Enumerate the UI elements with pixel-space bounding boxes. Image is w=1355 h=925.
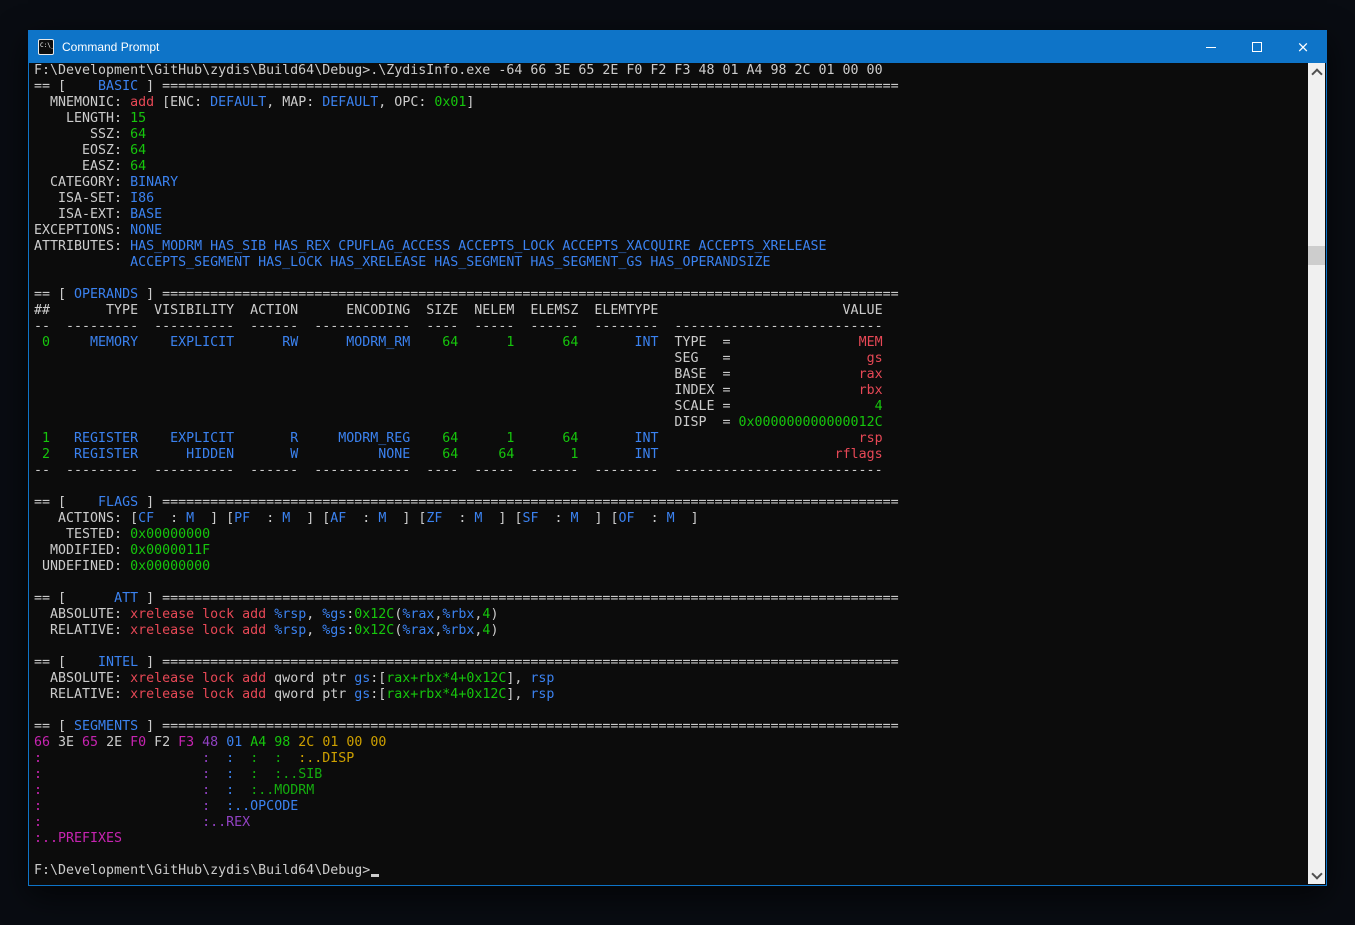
terminal-line: SCALE = 4 — [34, 399, 1308, 415]
terminal-line: SSZ: 64 — [34, 127, 1308, 143]
terminal-line: : : : :..MODRM — [34, 783, 1308, 799]
terminal-line: TESTED: 0x00000000 — [34, 527, 1308, 543]
terminal-line: == [ OPERANDS ] ========================… — [34, 287, 1308, 303]
terminal-line: :..PREFIXES — [34, 831, 1308, 847]
terminal-output[interactable]: F:\Development\GitHub\zydis\Build64\Debu… — [30, 63, 1308, 884]
terminal-line: ACTIONS: [CF : M ] [PF : M ] [AF : M ] [… — [34, 511, 1308, 527]
scroll-up-button[interactable] — [1308, 63, 1325, 80]
terminal-line — [34, 575, 1308, 591]
terminal-line: BASE = rax — [34, 367, 1308, 383]
terminal-line: EXCEPTIONS: NONE — [34, 223, 1308, 239]
window-controls: × — [1188, 31, 1326, 63]
window-title: Command Prompt — [62, 40, 159, 54]
terminal-line: LENGTH: 15 — [34, 111, 1308, 127]
terminal-line: ABSOLUTE: xrelease lock add qword ptr gs… — [34, 671, 1308, 687]
terminal-line: RELATIVE: xrelease lock add qword ptr gs… — [34, 687, 1308, 703]
terminal-line: == [ BASIC ] ===========================… — [34, 79, 1308, 95]
scroll-down-button[interactable] — [1308, 867, 1325, 884]
terminal-line: EOSZ: 64 — [34, 143, 1308, 159]
title-bar[interactable]: C:\_ Command Prompt × — [29, 31, 1326, 63]
terminal-line: 66 3E 65 2E F0 F2 F3 48 01 A4 98 2C 01 0… — [34, 735, 1308, 751]
vertical-scrollbar[interactable] — [1308, 63, 1325, 884]
terminal-line: DISP = 0x000000000000012C — [34, 415, 1308, 431]
text-cursor — [371, 874, 379, 877]
terminal-line: -- --------- ---------- ------ ---------… — [34, 463, 1308, 479]
terminal-line: MNEMONIC: add [ENC: DEFAULT, MAP: DEFAUL… — [34, 95, 1308, 111]
maximize-button[interactable] — [1234, 31, 1280, 63]
minimize-button[interactable] — [1188, 31, 1234, 63]
terminal-line: 2 REGISTER HIDDEN W NONE 64 64 1 INT rfl… — [34, 447, 1308, 463]
terminal-line: ATTRIBUTES: HAS_MODRM HAS_SIB HAS_REX CP… — [34, 239, 1308, 255]
terminal-line: 1 REGISTER EXPLICIT R MODRM_REG 64 1 64 … — [34, 431, 1308, 447]
close-button[interactable]: × — [1280, 31, 1326, 63]
terminal-line — [34, 703, 1308, 719]
terminal-line: UNDEFINED: 0x00000000 — [34, 559, 1308, 575]
terminal-line: F:\Development\GitHub\zydis\Build64\Debu… — [34, 863, 1308, 879]
terminal-line: ABSOLUTE: xrelease lock add %rsp, %gs:0x… — [34, 607, 1308, 623]
terminal-line: : : : : :..SIB — [34, 767, 1308, 783]
maximize-icon — [1252, 42, 1262, 52]
terminal-line: EASZ: 64 — [34, 159, 1308, 175]
terminal-line: ISA-SET: I86 — [34, 191, 1308, 207]
terminal-line: == [ ATT ] =============================… — [34, 591, 1308, 607]
terminal-line: RELATIVE: xrelease lock add %rsp, %gs:0x… — [34, 623, 1308, 639]
terminal-line — [34, 271, 1308, 287]
terminal-line: : : :..OPCODE — [34, 799, 1308, 815]
terminal-line: == [ SEGMENTS ] ========================… — [34, 719, 1308, 735]
terminal-line: -- --------- ---------- ------ ---------… — [34, 319, 1308, 335]
terminal-line: F:\Development\GitHub\zydis\Build64\Debu… — [34, 63, 1308, 79]
terminal-line — [34, 847, 1308, 863]
minimize-icon — [1206, 47, 1216, 48]
terminal-line: : : : : : :..DISP — [34, 751, 1308, 767]
terminal-line: : :..REX — [34, 815, 1308, 831]
terminal-line: ACCEPTS_SEGMENT HAS_LOCK HAS_XRELEASE HA… — [34, 255, 1308, 271]
chevron-down-icon — [1311, 868, 1322, 879]
cmd-icon: C:\_ — [38, 39, 54, 55]
command-prompt-window: C:\_ Command Prompt × F:\Development\Git… — [28, 30, 1327, 886]
terminal-line: == [ INTEL ] ===========================… — [34, 655, 1308, 671]
terminal-line: 0 MEMORY EXPLICIT RW MODRM_RM 64 1 64 IN… — [34, 335, 1308, 351]
terminal-line: SEG = gs — [34, 351, 1308, 367]
terminal-line: INDEX = rbx — [34, 383, 1308, 399]
terminal-line: CATEGORY: BINARY — [34, 175, 1308, 191]
chevron-up-icon — [1311, 68, 1322, 79]
terminal-line — [34, 639, 1308, 655]
terminal-line: == [ FLAGS ] ===========================… — [34, 495, 1308, 511]
terminal-line: MODIFIED: 0x0000011F — [34, 543, 1308, 559]
scrollbar-thumb[interactable] — [1308, 246, 1325, 265]
terminal-line: ISA-EXT: BASE — [34, 207, 1308, 223]
close-icon: × — [1297, 40, 1310, 55]
terminal-line — [34, 479, 1308, 495]
terminal-line: ## TYPE VISIBILITY ACTION ENCODING SIZE … — [34, 303, 1308, 319]
